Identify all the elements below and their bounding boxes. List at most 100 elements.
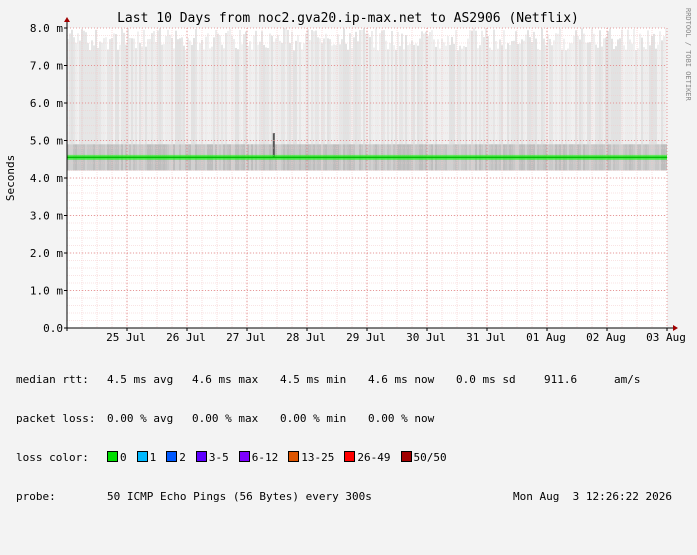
smoke-column [631, 43, 633, 145]
smoke-column [551, 45, 553, 145]
loss-color-item: 6-12 [238, 451, 279, 464]
smoke-column [73, 37, 75, 145]
smoke-column [79, 40, 81, 145]
smoke-column [69, 33, 71, 145]
y-tick-label: 6.0 m [30, 97, 63, 110]
y-tick-label: 8.0 m [30, 22, 63, 35]
loss-color-item-label: 6-12 [251, 451, 279, 464]
smoke-column [463, 45, 465, 145]
smoke-column [347, 49, 349, 145]
smoke-column [595, 44, 597, 145]
smoke-column [205, 36, 207, 145]
smoke-column [179, 38, 181, 145]
smoke-column [529, 37, 531, 145]
smoke-column [223, 48, 225, 145]
y-tick-label: 2.0 m [30, 247, 63, 260]
smoke-column [153, 31, 155, 145]
smoke-column [461, 48, 463, 145]
smoke-column [123, 32, 125, 145]
smoke-column [255, 30, 257, 145]
probe-text: 50 ICMP Echo Pings (56 Bytes) every 300s [107, 490, 372, 503]
loss-color-swatch [166, 451, 178, 462]
smoke-column [573, 35, 575, 145]
median-rtt-label: median rtt: [16, 373, 89, 386]
loss-color-item: 3-5 [195, 451, 229, 464]
smoke-column [143, 29, 145, 145]
smoke-column [163, 44, 165, 145]
smoke-column [617, 39, 619, 145]
smoke-column [439, 48, 441, 145]
smoke-column [353, 37, 355, 145]
smoke-column [363, 28, 365, 145]
smoke-column [191, 44, 193, 145]
smoke-column [371, 31, 373, 145]
loss-color-item-label: 26-49 [357, 451, 391, 464]
smoke-column [109, 39, 111, 145]
x-tick-label: 03 Aug [646, 331, 686, 344]
smoke-column [589, 42, 591, 145]
smoke-column [537, 48, 539, 145]
smoke-column [505, 48, 507, 145]
smoke-column [71, 29, 73, 145]
x-tick-label: 31 Jul [466, 331, 506, 344]
smoke-column [259, 41, 261, 145]
y-tick-label: 4.0 m [30, 172, 63, 185]
smoke-column [423, 33, 425, 145]
smoke-column [279, 40, 281, 145]
smoke-column [361, 30, 363, 145]
loss-color-item: 1 [136, 451, 157, 464]
smoke-column [181, 37, 183, 145]
smoke-column [641, 37, 643, 145]
smoke-column [451, 36, 453, 145]
smoke-column [629, 39, 631, 145]
y-tick-label: 5.0 m [30, 135, 63, 148]
smoke-column [597, 47, 599, 145]
loss-color-item-label: 1 [149, 451, 157, 464]
smoke-column [349, 33, 351, 145]
smoke-column [581, 28, 583, 145]
x-tick-label: 02 Aug [586, 331, 626, 344]
y-axis-arrow [64, 17, 70, 22]
smoke-column [147, 39, 149, 145]
smoke-column [433, 39, 435, 145]
smoke-column [611, 38, 613, 145]
smoke-column [269, 33, 271, 145]
smoke-column [293, 50, 295, 145]
loss-color-swatch [195, 451, 207, 462]
smoke-column [567, 48, 569, 145]
smoke-column [387, 49, 389, 145]
smoke-column [417, 45, 419, 145]
loss-color-item: 26-49 [344, 451, 391, 464]
smoke-column [273, 41, 275, 145]
median-rtt-line [67, 154, 667, 160]
smoke-column [263, 44, 265, 145]
smoke-column [225, 33, 227, 145]
smoke-column [341, 39, 343, 145]
probe-timestamp: Mon Aug 3 12:26:22 2026 [513, 490, 672, 503]
smoke-column [339, 44, 341, 145]
smoke-column [117, 49, 119, 145]
smoke-column [385, 40, 387, 145]
x-tick-label: 27 Jul [226, 331, 266, 344]
smoke-column [467, 38, 469, 145]
smoke-column [135, 48, 137, 145]
smoke-column [471, 31, 473, 145]
smoke-column [161, 44, 163, 145]
smoke-column [521, 39, 523, 145]
smoke-column [549, 38, 551, 145]
smoke-column [541, 28, 543, 145]
smoke-column [569, 43, 571, 145]
median-rtt-rate-unit: am/s [614, 373, 641, 386]
smoke-column [491, 49, 493, 145]
smoke-column [405, 35, 407, 145]
smoke-column [475, 30, 477, 145]
loss-color-swatch [400, 451, 412, 462]
x-tick-label: 29 Jul [346, 331, 386, 344]
smoke-column [647, 30, 649, 145]
smoke-column [559, 28, 561, 145]
smoke-column [197, 50, 199, 145]
smoke-column [107, 49, 109, 145]
smoke-column [315, 30, 317, 145]
smoke-column [403, 49, 405, 145]
smoke-column [473, 28, 475, 145]
